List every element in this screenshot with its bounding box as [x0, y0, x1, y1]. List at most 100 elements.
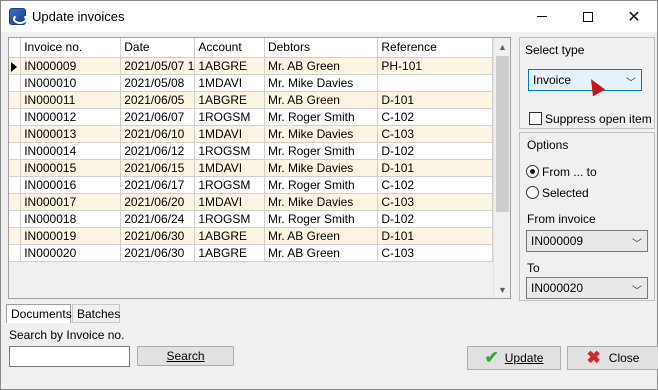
select-type-dropdown[interactable]: Invoice ﹀ — [528, 69, 642, 91]
cell-date[interactable]: 2021/05/08 — [120, 74, 196, 92]
cell-debtors[interactable]: Mr. Mike Davies — [264, 159, 379, 177]
cell-date[interactable]: 2021/06/20 — [120, 193, 196, 211]
cell-date[interactable]: 2021/06/24 — [120, 210, 196, 228]
table-row[interactable]: IN000020 2021/06/30 1ABGRE Mr. AB Green C-10… — [9, 244, 493, 262]
table-row[interactable]: IN000017 2021/06/20 1MDAVI Mr. Mike Davies C… — [9, 193, 493, 211]
cell-account[interactable]: 1ROGSM — [194, 142, 265, 160]
cell-account[interactable]: 1ROGSM — [194, 210, 265, 228]
cell-reference[interactable]: C-103 — [377, 193, 493, 211]
tab-batches[interactable]: Batches — [72, 304, 120, 323]
cell-debtors[interactable]: Mr. AB Green — [264, 57, 379, 75]
tab-documents[interactable]: Documents — [6, 304, 72, 323]
cell-date[interactable]: 2021/06/12 — [120, 142, 196, 160]
table-row[interactable]: IN000010 2021/05/08 1MDAVI Mr. Mike Davies — [9, 74, 493, 92]
cell-debtors[interactable]: Mr. AB Green — [264, 244, 379, 262]
table-row[interactable]: IN000011 2021/06/05 1ABGRE Mr. AB Green D-10… — [9, 91, 493, 109]
cell-account[interactable]: 1ABGRE — [194, 91, 265, 109]
cell-debtors[interactable]: Mr. Mike Davies — [264, 125, 379, 143]
cell-reference[interactable]: D-101 — [377, 227, 493, 245]
cell-invoice-no[interactable]: IN000012 — [20, 108, 122, 126]
cell-date[interactable]: 2021/06/05 — [120, 91, 196, 109]
cell-account[interactable]: 1MDAVI — [194, 74, 265, 92]
table-row[interactable]: IN000018 2021/06/24 1ROGSM Mr. Roger Smith D… — [9, 210, 493, 228]
cell-account[interactable]: 1ABGRE — [194, 227, 265, 245]
cell-reference[interactable]: C-102 — [377, 176, 493, 194]
scroll-up-icon[interactable]: ▲ — [494, 38, 511, 55]
table-row[interactable]: IN000009 2021/05/07 1 1ABGRE Mr. AB Green PH… — [9, 57, 493, 75]
cell-reference[interactable]: D-102 — [377, 142, 493, 160]
cell-invoice-no[interactable]: IN000019 — [20, 227, 122, 245]
cell-reference[interactable]: C-103 — [377, 125, 493, 143]
selected-radio[interactable] — [526, 186, 539, 199]
close-window-button[interactable]: ✕ — [611, 1, 657, 32]
suppress-open-item-checkbox[interactable] — [529, 112, 542, 125]
cell-invoice-no[interactable]: IN000009 — [20, 57, 122, 75]
cell-date[interactable]: 2021/06/10 — [120, 125, 196, 143]
table-row[interactable]: IN000013 2021/06/10 1MDAVI Mr. Mike Davies C… — [9, 125, 493, 143]
cell-account[interactable]: 1ROGSM — [194, 176, 265, 194]
checkmark-icon: ✔ — [484, 348, 499, 367]
cell-account[interactable]: 1MDAVI — [194, 159, 265, 177]
close-button[interactable]: ✖ Close — [567, 346, 658, 370]
cell-account[interactable]: 1ABGRE — [194, 244, 265, 262]
table-row[interactable]: IN000015 2021/06/15 1MDAVI Mr. Mike Davies D… — [9, 159, 493, 177]
search-button[interactable]: Search — [137, 346, 234, 366]
cell-debtors[interactable]: Mr. Roger Smith — [264, 142, 379, 160]
cell-date[interactable]: 2021/06/30 — [120, 244, 196, 262]
cell-debtors[interactable]: Mr. AB Green — [264, 227, 379, 245]
column-header-account[interactable]: Account — [194, 38, 265, 58]
cell-debtors[interactable]: Mr. Mike Davies — [264, 193, 379, 211]
table-row[interactable]: IN000016 2021/06/17 1ROGSM Mr. Roger Smith C… — [9, 176, 493, 194]
cell-invoice-no[interactable]: IN000014 — [20, 142, 122, 160]
scroll-thumb[interactable] — [496, 56, 509, 212]
cell-date[interactable]: 2021/06/17 — [120, 176, 196, 194]
cell-debtors[interactable]: Mr. Roger Smith — [264, 176, 379, 194]
table-row[interactable]: IN000014 2021/06/12 1ROGSM Mr. Roger Smith D… — [9, 142, 493, 160]
grid-vertical-scrollbar[interactable]: ▲ ▼ — [493, 38, 510, 298]
from-to-radio[interactable] — [526, 165, 539, 178]
table-row[interactable]: IN000019 2021/06/30 1ABGRE Mr. AB Green D-10… — [9, 227, 493, 245]
cell-account[interactable]: 1MDAVI — [194, 125, 265, 143]
update-button[interactable]: ✔ Update — [467, 346, 561, 370]
minimize-button[interactable] — [519, 1, 565, 32]
to-invoice-dropdown[interactable]: IN000020 ﹀ — [526, 277, 648, 299]
cell-date[interactable]: 2021/06/30 — [120, 227, 196, 245]
cell-account[interactable]: 1ABGRE — [194, 57, 265, 75]
maximize-button[interactable] — [565, 1, 611, 32]
cell-account[interactable]: 1ROGSM — [194, 108, 265, 126]
cell-date[interactable]: 2021/06/15 — [120, 159, 196, 177]
cell-debtors[interactable]: Mr. AB Green — [264, 91, 379, 109]
cell-invoice-no[interactable]: IN000011 — [20, 91, 122, 109]
cell-date[interactable]: 2021/06/07 — [120, 108, 196, 126]
cell-reference[interactable]: C-102 — [377, 108, 493, 126]
column-header-reference[interactable]: Reference — [377, 38, 493, 58]
cell-reference[interactable]: C-103 — [377, 244, 493, 262]
cell-reference[interactable]: PH-101 — [377, 57, 493, 75]
table-row[interactable]: IN000012 2021/06/07 1ROGSM Mr. Roger Smith C… — [9, 108, 493, 126]
cell-debtors[interactable]: Mr. Roger Smith — [264, 210, 379, 228]
cell-invoice-no[interactable]: IN000017 — [20, 193, 122, 211]
cell-date[interactable]: 2021/05/07 1 — [120, 57, 196, 75]
column-header-invoice-no[interactable]: Invoice no. — [20, 38, 122, 58]
invoices-grid[interactable]: Invoice no. Date Account Debtors Referen… — [8, 37, 511, 299]
cell-reference[interactable]: D-102 — [377, 210, 493, 228]
from-invoice-dropdown[interactable]: IN000009 ﹀ — [526, 230, 648, 252]
cell-debtors[interactable]: Mr. Roger Smith — [264, 108, 379, 126]
column-header-date[interactable]: Date — [120, 38, 196, 58]
cell-invoice-no[interactable]: IN000015 — [20, 159, 122, 177]
cell-invoice-no[interactable]: IN000013 — [20, 125, 122, 143]
cell-reference[interactable]: D-101 — [377, 159, 493, 177]
cell-invoice-no[interactable]: IN000020 — [20, 244, 122, 262]
cell-reference[interactable]: D-101 — [377, 91, 493, 109]
cell-invoice-no[interactable]: IN000010 — [20, 74, 122, 92]
cell-invoice-no[interactable]: IN000018 — [20, 210, 122, 228]
cell-account[interactable]: 1MDAVI — [194, 193, 265, 211]
search-input[interactable] — [9, 346, 130, 367]
cell-reference[interactable] — [377, 74, 493, 92]
select-type-label: Select type — [525, 43, 585, 57]
cell-invoice-no[interactable]: IN000016 — [20, 176, 122, 194]
cell-debtors[interactable]: Mr. Mike Davies — [264, 74, 379, 92]
maximize-icon — [583, 11, 593, 22]
scroll-down-icon[interactable]: ▼ — [494, 281, 511, 298]
column-header-debtors[interactable]: Debtors — [264, 38, 379, 58]
